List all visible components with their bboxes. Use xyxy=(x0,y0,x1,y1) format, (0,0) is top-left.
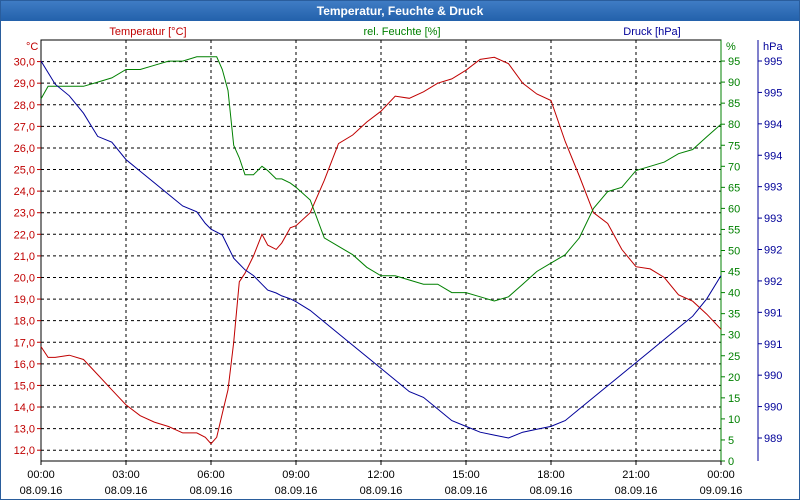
temperature-tick-label: 20,0 xyxy=(14,272,35,284)
humidity-tick-label: 65 xyxy=(728,182,740,194)
pressure-tick-label: 993 xyxy=(764,182,782,194)
humidity-tick-label: 80 xyxy=(728,119,740,131)
temperature-tick-label: 30,0 xyxy=(14,57,35,69)
humidity-tick-label: 40 xyxy=(728,288,740,300)
humidity-tick-label: 30 xyxy=(728,330,740,342)
temperature-tick-label: 14,0 xyxy=(14,402,35,414)
temperature-tick-label: 12,0 xyxy=(14,445,35,457)
humidity-tick-label: 70 xyxy=(728,161,740,173)
temperature-tick-label: 24,0 xyxy=(14,186,35,198)
pressure-tick-label: 990 xyxy=(764,402,782,414)
temperature-tick-label: 29,0 xyxy=(14,78,35,90)
temperature-tick-label: 23,0 xyxy=(14,208,35,220)
x-tick-time-label: 15:00 xyxy=(452,469,480,481)
x-tick-time-label: 09:00 xyxy=(282,469,310,481)
x-tick-date-label: 08.09.16 xyxy=(360,485,403,497)
x-tick-date-label: 08.09.16 xyxy=(275,485,318,497)
humidity-tick-label: 35 xyxy=(728,309,740,321)
temperature-tick-label: 22,0 xyxy=(14,229,35,241)
temperature-tick-label: 21,0 xyxy=(14,251,35,263)
temperature-tick-label: 18,0 xyxy=(14,316,35,328)
temperature-tick-label: 27,0 xyxy=(14,121,35,133)
humidity-unit: % xyxy=(726,41,736,53)
humidity-tick-label: 25 xyxy=(728,351,740,363)
temperature-tick-label: 25,0 xyxy=(14,165,35,177)
x-tick-date-label: 08.09.16 xyxy=(190,485,233,497)
humidity-tick-label: 50 xyxy=(728,246,740,258)
x-tick-time-label: 12:00 xyxy=(367,469,395,481)
pressure-tick-label: 991 xyxy=(764,307,782,319)
humidity-tick-label: 10 xyxy=(728,414,740,426)
pressure-tick-label: 994 xyxy=(764,119,782,131)
x-tick-time-label: 06:00 xyxy=(197,469,225,481)
humidity-axis-label: rel. Feuchte [%] xyxy=(363,26,440,38)
pressure-unit: hPa xyxy=(763,41,783,53)
temperature-tick-label: 15,0 xyxy=(14,380,35,392)
pressure-tick-label: 992 xyxy=(764,245,782,257)
x-tick-time-label: 21:00 xyxy=(622,469,650,481)
pressure-tick-label: 993 xyxy=(764,213,782,225)
x-tick-date-label: 09.09.16 xyxy=(700,485,743,497)
temperature-tick-label: 13,0 xyxy=(14,424,35,436)
pressure-tick-label: 995 xyxy=(764,87,782,99)
pressure-tick-label: 989 xyxy=(764,433,782,445)
humidity-tick-label: 15 xyxy=(728,393,740,405)
humidity-tick-label: 20 xyxy=(728,372,740,384)
x-tick-time-label: 00:00 xyxy=(27,469,55,481)
pressure-tick-label: 995 xyxy=(764,56,782,68)
humidity-tick-label: 5 xyxy=(728,435,734,447)
pressure-tick-label: 991 xyxy=(764,339,782,351)
pressure-axis-label: Druck [hPa] xyxy=(623,26,680,38)
humidity-tick-label: 95 xyxy=(728,56,740,68)
humidity-tick-label: 0 xyxy=(728,456,734,468)
temperature-tick-label: 19,0 xyxy=(14,294,35,306)
pressure-tick-label: 990 xyxy=(764,370,782,382)
x-tick-time-label: 18:00 xyxy=(537,469,565,481)
pressure-tick-label: 994 xyxy=(764,150,782,162)
x-tick-date-label: 08.09.16 xyxy=(445,485,488,497)
x-tick-date-label: 08.09.16 xyxy=(20,485,63,497)
temperature-unit: °C xyxy=(26,41,38,53)
humidity-tick-label: 75 xyxy=(728,140,740,152)
x-tick-date-label: 08.09.16 xyxy=(615,485,658,497)
temperature-axis-label: Temperatur [°C] xyxy=(109,26,186,38)
x-tick-time-label: 03:00 xyxy=(112,469,140,481)
chart-canvas: 12,0 13,0 14,0 15,0 16,0 17,0 18,0 19,0 20,0 21,0… xyxy=(14,26,784,497)
temperature-tick-label: 16,0 xyxy=(14,359,35,371)
humidity-tick-label: 85 xyxy=(728,98,740,110)
temperature-tick-label: 26,0 xyxy=(14,143,35,155)
humidity-tick-label: 55 xyxy=(728,224,740,236)
temperature-tick-label: 17,0 xyxy=(14,337,35,349)
humidity-tick-label: 45 xyxy=(728,267,740,279)
temperature-tick-label: 28,0 xyxy=(14,100,35,112)
x-tick-date-label: 08.09.16 xyxy=(530,485,573,497)
pressure-tick-label: 992 xyxy=(764,276,782,288)
humidity-tick-label: 90 xyxy=(728,77,740,89)
x-tick-date-label: 08.09.16 xyxy=(105,485,148,497)
x-tick-time-label: 00:00 xyxy=(707,469,735,481)
humidity-tick-label: 60 xyxy=(728,203,740,215)
